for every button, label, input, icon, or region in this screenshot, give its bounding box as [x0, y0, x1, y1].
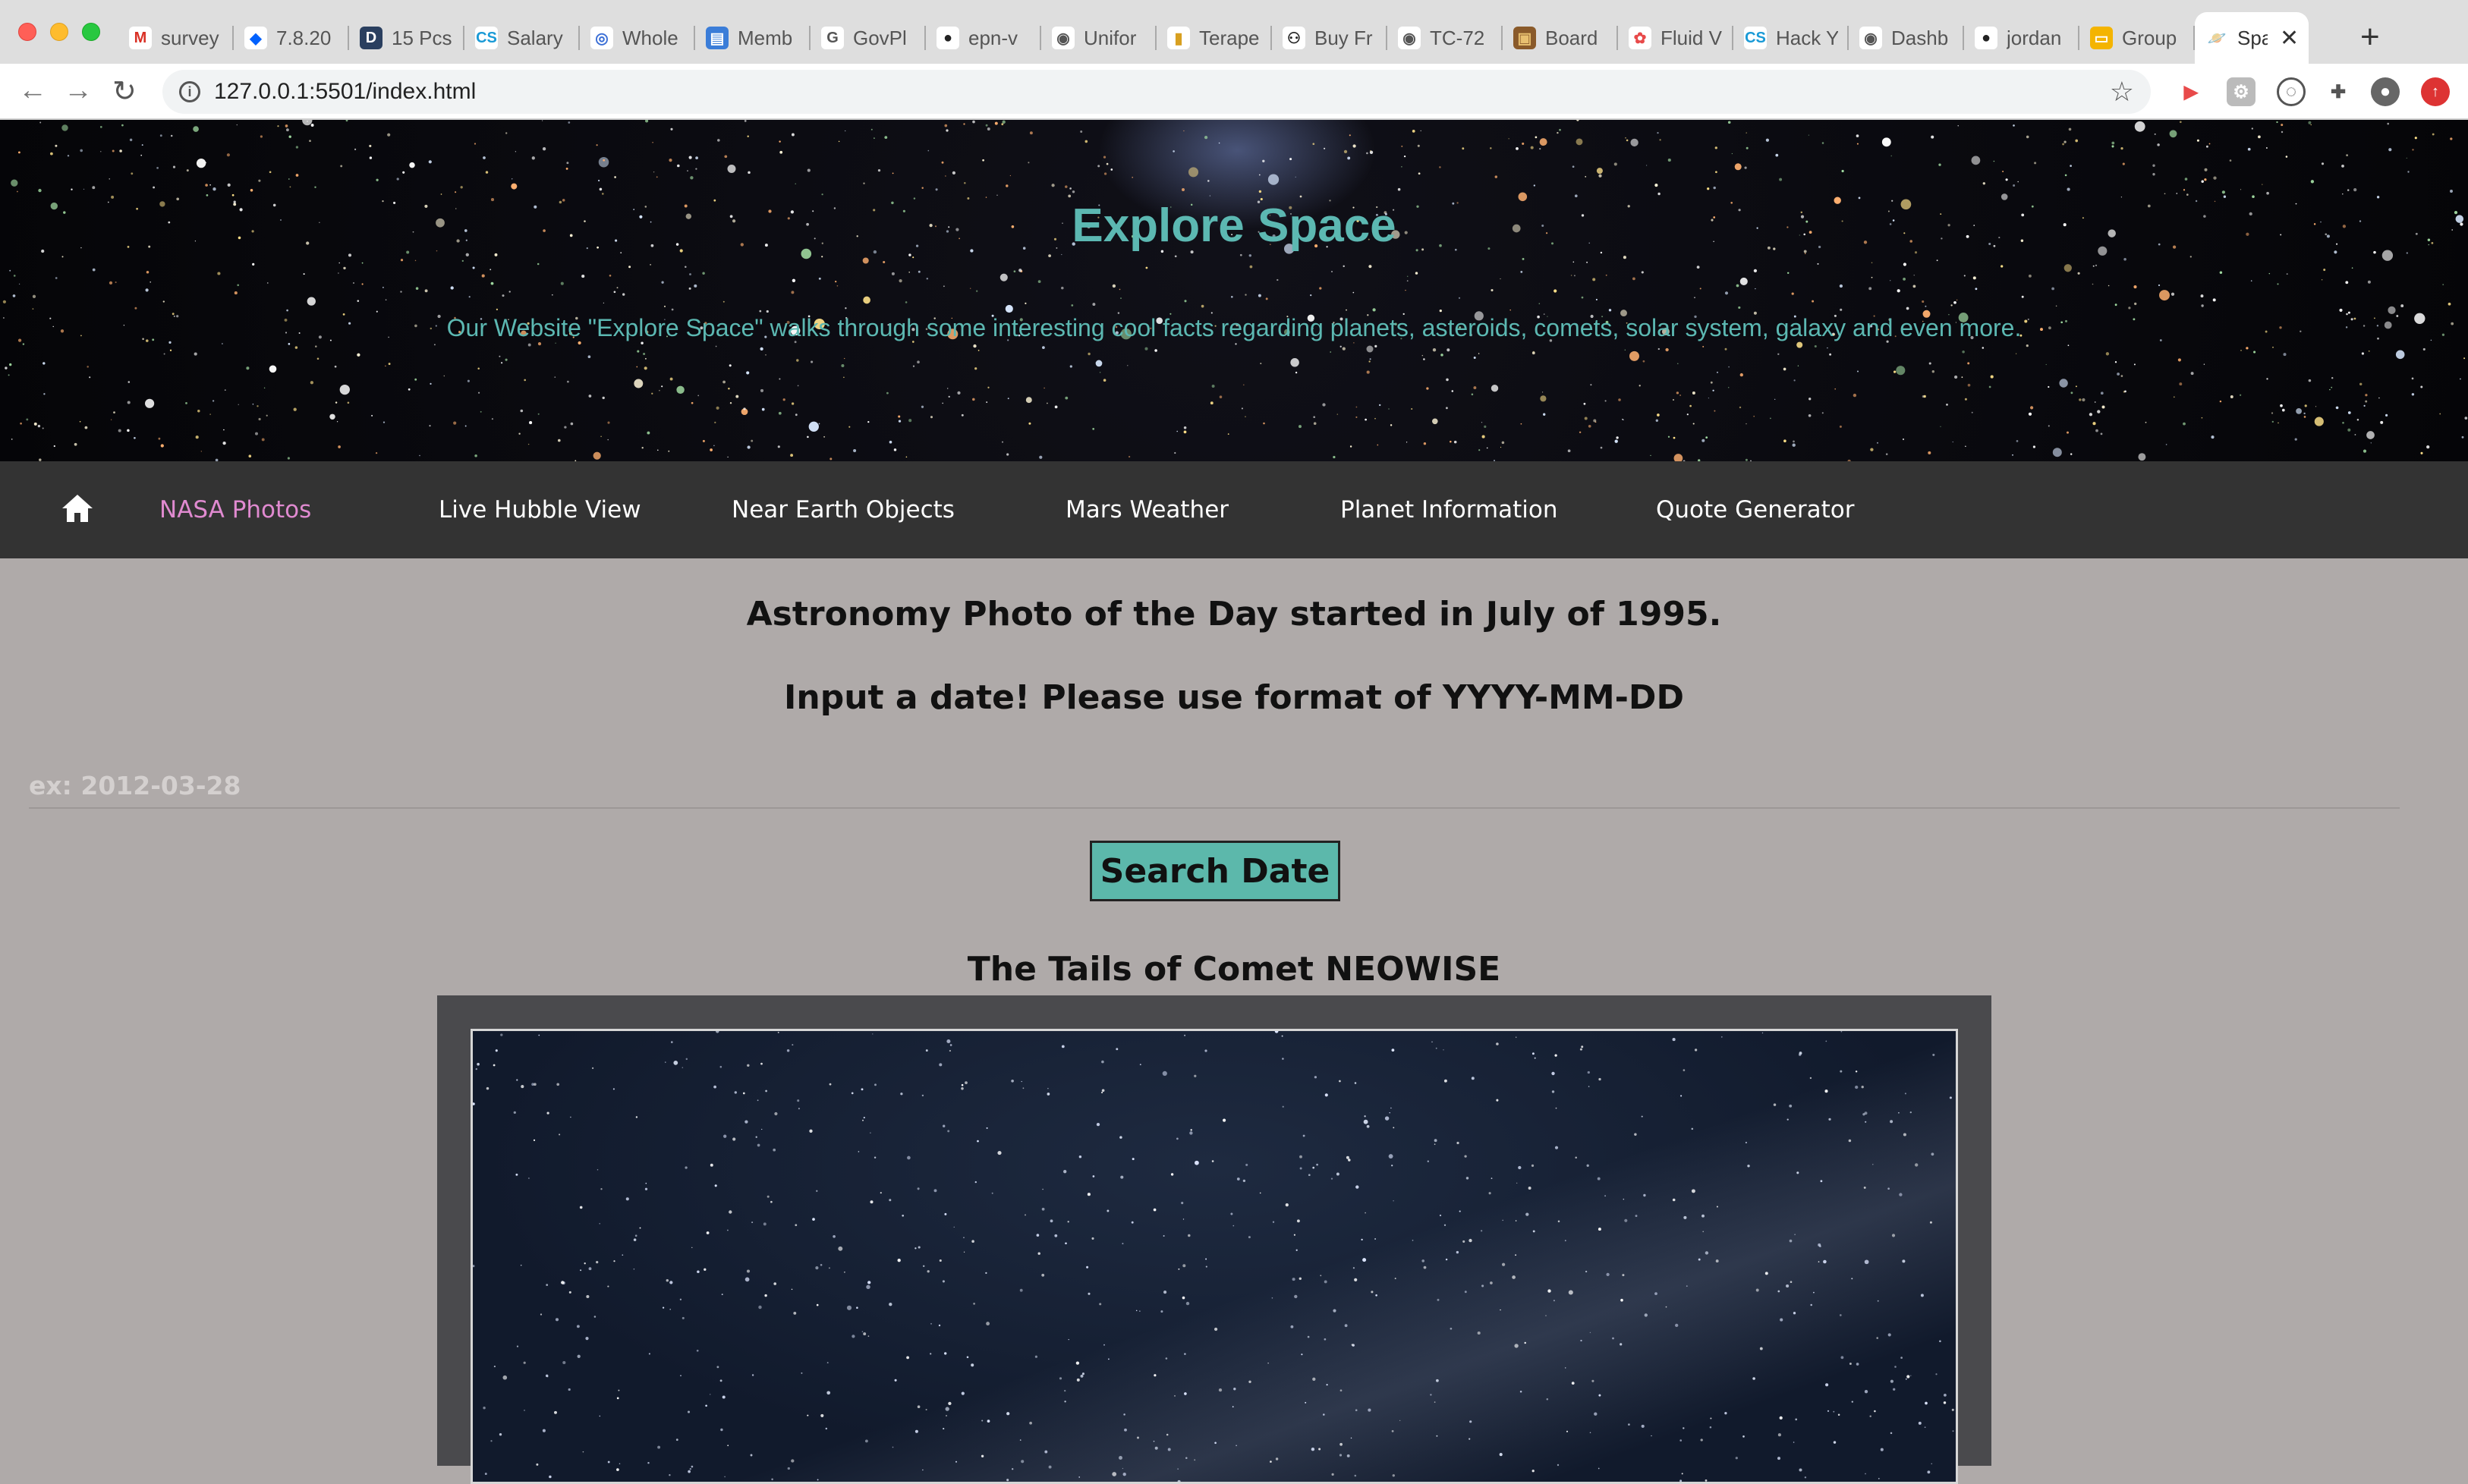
nav-item-planet-information[interactable]: Planet Information	[1340, 461, 1557, 558]
browser-tab[interactable]: ◆ 7.8.20	[234, 12, 349, 64]
browser-tab-strip: Msurvey ◆ 7.8.20 D 15 Pcs CS Salary ◎ Whole ▤ Memb…	[0, 0, 2468, 64]
browser-tab[interactable]: CS Hack Y	[1733, 12, 1849, 64]
tab-title: Buy Fr	[1314, 26, 1373, 49]
apod-intro-heading: Astronomy Photo of the Day started in Ju…	[746, 595, 1722, 634]
browser-tab[interactable]: ● jordan	[1964, 12, 2079, 64]
tab-title: jordan	[2007, 26, 2062, 49]
tab-title: 15 Pcs	[392, 26, 452, 49]
browser-tab[interactable]: ◉ Unifor	[1041, 12, 1157, 64]
profile-avatar[interactable]: ●	[2371, 77, 2400, 106]
address-bar[interactable]: i 127.0.0.1:5501/index.html ☆	[162, 70, 2151, 114]
search-date-button[interactable]: Search Date	[1090, 841, 1340, 901]
update-alert-icon[interactable]: ↑	[2421, 77, 2450, 106]
date-instruction-heading: Input a date! Please use format of YYYY-…	[784, 678, 1684, 717]
browser-tab[interactable]: CS Salary	[464, 12, 580, 64]
tab-title: Terape	[1199, 26, 1260, 49]
site-title: Explore Space	[1072, 200, 1396, 252]
target-icon: ◎	[590, 27, 613, 49]
tab-title: Fluid V	[1661, 26, 1722, 49]
planet-icon: 🪐	[2207, 30, 2227, 47]
flower-icon: ✿	[1629, 27, 1651, 49]
tab-title: survey	[161, 26, 219, 49]
nav-item-near-earth-objects[interactable]: Near Earth Objects	[732, 461, 955, 558]
globe-icon: ◉	[1052, 27, 1075, 49]
tab-title: Group	[2122, 26, 2177, 49]
tab-title: Salary	[507, 26, 563, 49]
tab-title: epn-v	[968, 26, 1018, 49]
home-icon[interactable]	[61, 493, 94, 527]
photo-title: The Tails of Comet NEOWISE	[967, 950, 1501, 989]
govpilot-icon: G	[821, 27, 844, 49]
document-icon: ▤	[706, 27, 729, 49]
browser-tab[interactable]: Msurvey	[118, 12, 234, 64]
browser-tab[interactable]: ◎ Whole	[580, 12, 695, 64]
minimize-window-button[interactable]	[50, 23, 68, 41]
browser-toolbar: ← → ↻ i 127.0.0.1:5501/index.html ☆ ▶ ⚙ …	[0, 64, 2468, 120]
browser-tab[interactable]: ◉ TC-72	[1387, 12, 1503, 64]
nav-item-live-hubble-view[interactable]: Live Hubble View	[439, 461, 641, 558]
main-nav: NASA Photos Live Hubble View Near Earth …	[0, 461, 2468, 558]
photo-frame	[437, 995, 1991, 1484]
tab-title: Spa	[2237, 26, 2268, 49]
browser-tab[interactable]: ⚇ Buy Fr	[1272, 12, 1387, 64]
browser-tab[interactable]: D 15 Pcs	[349, 12, 464, 64]
tab-title: Board	[1545, 26, 1598, 49]
github-icon: ●	[1975, 27, 1997, 49]
people-icon: ⚇	[1283, 27, 1305, 49]
extension-circle-icon[interactable]: ◌	[2277, 77, 2306, 106]
github-icon: ●	[937, 27, 959, 49]
url-text[interactable]: 127.0.0.1:5501/index.html	[214, 79, 476, 105]
browser-tab[interactable]: ✿ Fluid V	[1618, 12, 1733, 64]
tab-title: TC-72	[1430, 26, 1485, 49]
apod-photo	[471, 1029, 1958, 1484]
zoom-window-button[interactable]	[82, 23, 100, 41]
extension-puzzle-grey-icon[interactable]: ⚙	[2227, 77, 2256, 106]
browser-tab[interactable]: ● epn-v	[926, 12, 1041, 64]
date-search-input[interactable]	[29, 763, 2400, 809]
tab-title: Unifor	[1084, 26, 1137, 49]
site-subtitle: Our Website "Explore Space" walks throug…	[446, 314, 2022, 341]
gmail-icon: M	[129, 27, 152, 49]
tab-title: Whole	[622, 26, 678, 49]
extensions-puzzle-icon[interactable]: ✚	[2324, 77, 2353, 106]
reload-icon[interactable]: ↻	[112, 74, 137, 108]
globe-icon: ◉	[1859, 27, 1882, 49]
codesignal-icon: CS	[475, 27, 498, 49]
nav-item-mars-weather[interactable]: Mars Weather	[1066, 461, 1229, 558]
extension-cast-icon[interactable]: ▶	[2177, 77, 2205, 106]
close-window-button[interactable]	[18, 23, 36, 41]
forward-arrow-icon[interactable]: →	[64, 74, 93, 107]
d-letter-icon: D	[360, 27, 382, 49]
bookmark-star-icon[interactable]: ☆	[2110, 76, 2134, 108]
codesignal-icon: CS	[1744, 27, 1767, 49]
browser-tab[interactable]: ▮ Terape	[1157, 12, 1272, 64]
image-icon: ▣	[1513, 27, 1536, 49]
browser-tab-active[interactable]: 🪐 Spa ✕	[2195, 12, 2309, 64]
new-tab-button[interactable]: +	[2360, 18, 2380, 56]
page-content: Explore Space Our Website "Explore Space…	[0, 120, 2468, 1484]
bag-icon: ▮	[1167, 27, 1190, 49]
browser-tab[interactable]: ▣ Board	[1503, 12, 1618, 64]
close-tab-icon[interactable]: ✕	[2280, 25, 2299, 52]
browser-tab[interactable]: G GovPl	[811, 12, 926, 64]
browser-tab[interactable]: ▤ Memb	[695, 12, 811, 64]
hero-banner: Explore Space Our Website "Explore Space…	[0, 120, 2468, 461]
tab-title: Dashb	[1891, 26, 1949, 49]
browser-tab[interactable]: ▭ Group	[2079, 12, 2195, 64]
nav-item-nasa-photos[interactable]: NASA Photos	[159, 461, 311, 558]
tab-title: Memb	[738, 26, 793, 49]
browser-tab[interactable]: ◉ Dashb	[1849, 12, 1964, 64]
dropbox-icon: ◆	[244, 27, 267, 49]
slides-icon: ▭	[2090, 27, 2113, 49]
tab-title: GovPl	[853, 26, 907, 49]
globe-icon: ◉	[1398, 27, 1421, 49]
site-info-icon[interactable]: i	[179, 81, 200, 102]
comet-photo-starfield	[473, 1031, 1954, 1482]
tab-title: 7.8.20	[276, 26, 332, 49]
back-arrow-icon[interactable]: ←	[18, 74, 47, 107]
starfield-background	[2, 120, 2468, 461]
tab-title: Hack Y	[1776, 26, 1838, 49]
nav-item-quote-generator[interactable]: Quote Generator	[1656, 461, 1855, 558]
tab-list: Msurvey ◆ 7.8.20 D 15 Pcs CS Salary ◎ Whole ▤ Memb…	[118, 12, 2309, 64]
